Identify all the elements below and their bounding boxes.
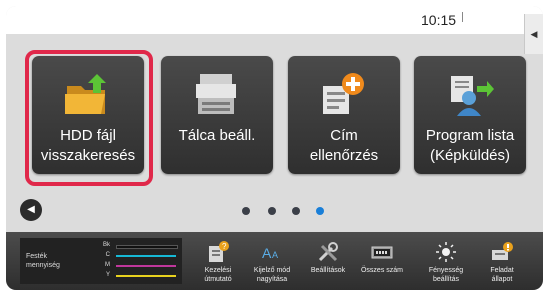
page-dot-4-active[interactable] [316,207,324,215]
display-zoom-button[interactable]: A A Kijelző mód nagyítása [246,238,298,286]
settings-button[interactable]: Beállítások [302,238,354,286]
folder-upload-icon [65,74,106,114]
brightness-button[interactable]: Fényesség beállítás [420,238,472,286]
toner-bar-c [116,255,176,257]
toolbar-label-line1: Fényesség [428,267,464,274]
tile-label-line1: Tálca beáll. [178,127,256,144]
status-divider [462,12,463,22]
tile-label-line1: HDD fájl [60,127,116,144]
toolbar-label-line1: Kijelző mód [253,267,291,274]
toner-bar-bk [116,245,178,249]
toner-level-panel[interactable]: Festék mennyiség Bk C M Y [20,238,182,284]
clock: 10:15 [421,12,457,28]
toner-bar-m [116,265,176,267]
counter-icon [371,246,393,259]
toolbar-label-line2: állapot [491,276,513,283]
status-bar: 10:15 [6,6,543,34]
page-dot-3[interactable] [292,207,300,215]
back-button[interactable]: ◀ [20,199,42,221]
svg-text:A: A [262,245,272,261]
pager-row: ◀ [6,196,543,226]
bottom-toolbar: Festék mennyiség Bk C M Y ? Kezelési útm… [6,232,543,290]
tile-label-line1: Cím [330,127,358,144]
tile-tray-settings[interactable]: Tálca beáll. [161,56,273,174]
toner-title-line1: Festék [26,253,48,260]
toner-name: Bk [102,242,110,248]
tile-label-line2: (Képküldés) [429,147,511,164]
svg-text:?: ? [222,242,227,251]
toolbar-label-line2: beállítás [432,276,460,283]
toolbar-label-line2: útmutató [204,276,232,283]
toner-name: Y [105,272,110,278]
printer-icon [196,74,236,114]
manual-button[interactable]: ? Kezelési útmutató [192,238,244,286]
tile-address-check[interactable]: Cím ellenőrzés [288,56,400,174]
program-list-icon [451,76,494,116]
toner-bar-y [116,275,176,277]
toolbar-label-line2: nagyítása [256,276,288,283]
tile-label-line2: visszakeresés [40,147,136,164]
address-add-icon [323,73,364,114]
toolbar-label-line1: Beállítások [310,267,346,274]
side-panel-arrow-icon: ◀ [530,28,538,39]
toner-title-line2: mennyiség [26,262,60,269]
text-zoom-icon: A A [262,245,278,261]
tile-label-line1: Program lista [425,127,515,144]
tile-program-list[interactable]: Program lista (Képküldés) [414,56,526,174]
brightness-icon [436,242,456,262]
side-panel-handle[interactable]: ◀ [524,14,543,54]
svg-text:A: A [272,250,278,260]
toner-title: Festék mennyiség [26,252,78,270]
device-screen: 10:15 ◀ HDD fájl visszakeresés Tálca beá… [6,6,543,290]
total-count-button[interactable]: Összes szám [356,238,408,286]
toner-name: C [105,252,110,258]
tools-icon [318,242,338,262]
page-dot-2[interactable] [268,207,276,215]
job-status-button[interactable]: Feladat állapot [476,238,528,286]
manual-icon: ? [209,241,229,262]
job-status-icon [492,242,513,260]
toolbar-label-line1: Összes szám [360,267,403,274]
tile-hdd-file-retrieve[interactable]: HDD fájl visszakeresés [32,56,144,174]
toolbar-label-line1: Feladat [490,267,514,274]
tile-label-line2: ellenőrzés [309,147,379,164]
toolbar-label-line1: Kezelési [204,267,232,274]
back-arrow-icon: ◀ [27,204,35,215]
toner-name: M [105,262,110,268]
page-dot-1[interactable] [242,207,250,215]
home-tiles: HDD fájl visszakeresés Tálca beáll. Cím … [24,56,526,186]
